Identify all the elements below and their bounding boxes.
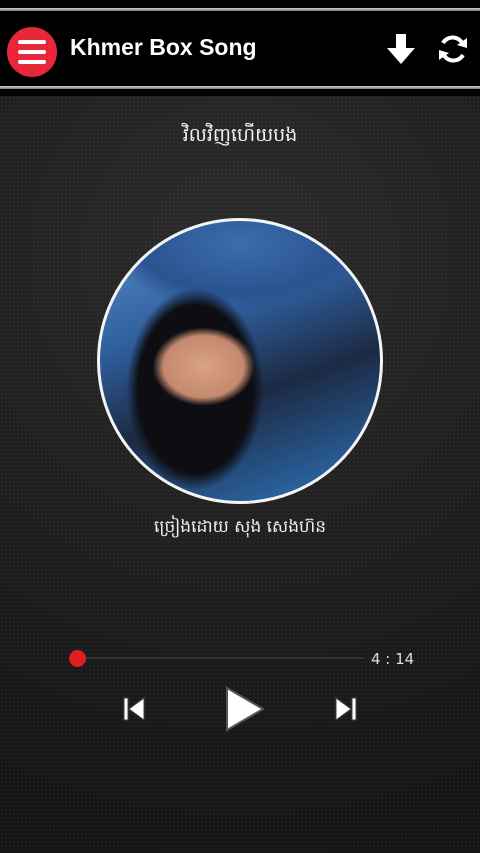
download-button[interactable] [385, 32, 417, 66]
toolbar-top-rule [0, 8, 480, 11]
next-button[interactable] [330, 693, 362, 725]
skip-previous-icon [123, 697, 145, 721]
song-title: វិលវិញហើយបង [182, 124, 298, 146]
skip-next-icon [335, 697, 357, 721]
play-icon [226, 686, 265, 732]
app-title: Khmer Box Song [70, 34, 257, 60]
play-button[interactable] [218, 684, 268, 734]
menu-button[interactable] [7, 27, 57, 77]
artist-label: ច្រៀងដោយ សុង សេងហ៊ន [153, 517, 326, 537]
duration-label: 4 : 14 [371, 650, 415, 668]
download-arrow-icon [387, 34, 415, 64]
hamburger-menu-icon [18, 40, 46, 44]
progress-knob[interactable] [69, 650, 86, 667]
album-cover-image [97, 218, 383, 504]
progress-track[interactable] [78, 657, 364, 659]
refresh-icon [439, 35, 467, 63]
app-toolbar: Khmer Box Song [0, 0, 480, 96]
previous-button[interactable] [118, 693, 150, 725]
toolbar-bottom-rule [0, 86, 480, 89]
refresh-button[interactable] [436, 32, 470, 66]
